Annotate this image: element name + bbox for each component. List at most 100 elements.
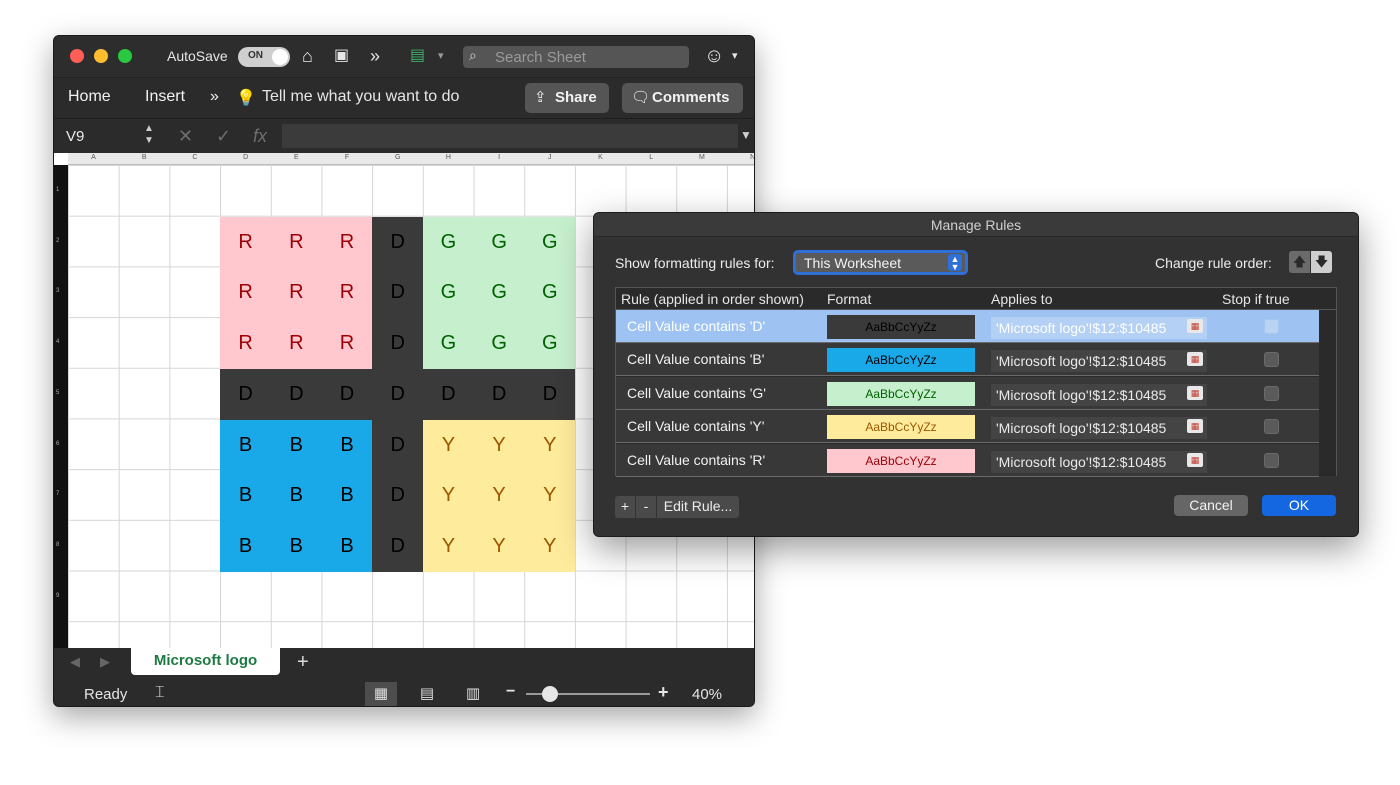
rule-row[interactable]: Cell Value contains 'B' AaBbCcYyZz 'Micros… bbox=[616, 343, 1319, 377]
worksheet-cell[interactable]: D bbox=[372, 216, 424, 268]
chevron-down-icon[interactable]: ▾ bbox=[732, 45, 738, 67]
next-sheet-icon[interactable]: ▶ bbox=[100, 654, 110, 670]
sheet-tab-microsoft-logo[interactable]: Microsoft logo bbox=[131, 648, 280, 675]
applies-to-field[interactable]: 'Microsoft logo'!$12:$10485 bbox=[991, 450, 1207, 473]
worksheet-cell[interactable]: R bbox=[220, 318, 272, 370]
column-header[interactable]: I bbox=[474, 154, 525, 161]
range-picker-icon[interactable]: ▦ bbox=[1187, 352, 1203, 367]
column-header[interactable]: D bbox=[220, 154, 271, 161]
worksheet-cell[interactable]: D bbox=[372, 419, 424, 471]
column-header[interactable]: L bbox=[626, 154, 677, 161]
column-header[interactable]: G bbox=[372, 154, 423, 161]
worksheet-cell[interactable]: B bbox=[270, 470, 322, 522]
worksheet-cell[interactable]: D bbox=[372, 318, 424, 370]
comments-button[interactable]: 🗨 Comments bbox=[622, 83, 743, 113]
stop-if-true-checkbox[interactable] bbox=[1264, 319, 1279, 334]
normal-view-icon[interactable]: ▦ bbox=[365, 682, 397, 706]
cancel-button[interactable]: Cancel bbox=[1174, 495, 1248, 516]
worksheet-cell[interactable]: D bbox=[270, 368, 322, 420]
chevron-down-icon[interactable]: ▾ bbox=[438, 45, 444, 67]
column-header[interactable]: H bbox=[423, 154, 474, 161]
worksheet-cell[interactable]: D bbox=[473, 368, 525, 420]
worksheet-cell[interactable]: B bbox=[321, 470, 373, 522]
ok-button[interactable]: OK bbox=[1262, 495, 1336, 516]
column-header[interactable]: J bbox=[524, 154, 575, 161]
worksheet-cell[interactable]: G bbox=[473, 267, 525, 319]
range-picker-icon[interactable]: ▦ bbox=[1187, 319, 1203, 333]
worksheet-cell[interactable]: G bbox=[422, 318, 474, 370]
save-icon[interactable]: ▣ bbox=[334, 45, 349, 67]
tell-me-search[interactable]: Tell me what you want to do bbox=[262, 88, 459, 106]
stop-if-true-checkbox[interactable] bbox=[1264, 385, 1279, 401]
worksheet-cell[interactable]: G bbox=[473, 318, 525, 370]
worksheet-cell[interactable]: R bbox=[321, 216, 373, 268]
applies-to-field[interactable]: 'Microsoft logo'!$12:$10485 bbox=[991, 383, 1207, 406]
name-box[interactable]: V9 bbox=[54, 123, 157, 150]
row-header[interactable]: 4 bbox=[56, 339, 59, 345]
worksheet-cell[interactable]: G bbox=[524, 216, 576, 268]
name-box-stepper[interactable]: ▲ ▼ bbox=[144, 123, 154, 147]
worksheet-cell[interactable]: G bbox=[524, 267, 576, 319]
worksheet-cell[interactable]: Y bbox=[422, 520, 474, 572]
search-box[interactable]: ⌕ bbox=[463, 46, 689, 68]
tab-insert[interactable]: Insert bbox=[145, 88, 185, 106]
worksheet-cell[interactable]: D bbox=[372, 520, 424, 572]
worksheet-cell[interactable]: D bbox=[372, 368, 424, 420]
column-header[interactable]: A bbox=[68, 154, 119, 161]
close-window-button[interactable] bbox=[70, 49, 84, 63]
more-icon[interactable]: » bbox=[370, 45, 380, 67]
row-header[interactable]: 3 bbox=[56, 288, 59, 294]
column-header[interactable]: F bbox=[322, 154, 373, 161]
tab-home[interactable]: Home bbox=[68, 88, 111, 106]
column-header[interactable]: K bbox=[575, 154, 626, 161]
worksheet-cell[interactable]: G bbox=[524, 318, 576, 370]
edit-rule-button[interactable]: Edit Rule... bbox=[657, 496, 739, 518]
worksheet-cell[interactable]: R bbox=[220, 267, 272, 319]
worksheet-cell[interactable]: R bbox=[270, 318, 322, 370]
worksheet-cell[interactable]: D bbox=[422, 368, 474, 420]
worksheet-cell[interactable]: B bbox=[220, 520, 272, 572]
row-header[interactable]: 2 bbox=[56, 238, 59, 244]
rules-scrollbar[interactable] bbox=[1319, 344, 1336, 476]
applies-to-field[interactable]: 'Microsoft logo'!$12:$10485 bbox=[991, 350, 1207, 373]
range-picker-icon[interactable]: ▦ bbox=[1187, 452, 1203, 467]
worksheet-cell[interactable]: Y bbox=[473, 419, 525, 471]
column-header[interactable]: B bbox=[119, 154, 170, 161]
search-input[interactable] bbox=[495, 48, 680, 66]
stop-if-true-checkbox[interactable] bbox=[1264, 452, 1279, 468]
row-header[interactable]: 5 bbox=[56, 390, 59, 396]
formula-input[interactable] bbox=[282, 124, 738, 148]
row-header[interactable]: 6 bbox=[56, 441, 59, 447]
formula-expand-icon[interactable]: ▼ bbox=[740, 128, 752, 142]
function-icon[interactable]: fx bbox=[253, 126, 267, 147]
add-sheet-icon[interactable]: + bbox=[297, 651, 309, 674]
rule-row[interactable]: Cell Value contains 'G' AaBbCcYyZz 'Micros… bbox=[616, 376, 1319, 410]
share-button[interactable]: ⇪ Share bbox=[525, 83, 609, 113]
worksheet-cell[interactable]: Y bbox=[524, 520, 576, 572]
stop-if-true-checkbox[interactable] bbox=[1264, 352, 1279, 368]
move-rule-up-button[interactable]: 🡅 bbox=[1289, 251, 1310, 273]
page-break-view-icon[interactable]: ▥ bbox=[457, 682, 489, 706]
applies-to-field[interactable]: 'Microsoft logo'!$12:$10485 bbox=[991, 417, 1207, 440]
worksheet-cell[interactable]: G bbox=[473, 216, 525, 268]
prev-sheet-icon[interactable]: ◀ bbox=[70, 654, 80, 670]
rule-row[interactable]: Cell Value contains 'D' AaBbCcYyZz 'Micros… bbox=[616, 310, 1319, 343]
worksheet-cell[interactable]: Y bbox=[473, 520, 525, 572]
applies-to-field[interactable]: 'Microsoft logo'!$12:$10485 bbox=[991, 317, 1207, 339]
row-header[interactable]: 9 bbox=[56, 593, 59, 599]
column-header[interactable]: E bbox=[271, 154, 322, 161]
worksheet-cell[interactable]: B bbox=[270, 419, 322, 471]
column-header[interactable]: M bbox=[676, 154, 727, 161]
worksheet-cell[interactable]: R bbox=[321, 267, 373, 319]
worksheet-cell[interactable]: B bbox=[321, 419, 373, 471]
zoom-in-icon[interactable]: + bbox=[658, 682, 669, 703]
worksheet-cell[interactable]: R bbox=[270, 216, 322, 268]
row-header[interactable]: 8 bbox=[56, 542, 59, 548]
column-header[interactable]: N bbox=[727, 154, 754, 161]
worksheet-cell[interactable]: B bbox=[270, 520, 322, 572]
home-icon[interactable]: ⌂ bbox=[302, 45, 313, 67]
zoom-slider-thumb[interactable] bbox=[542, 686, 558, 702]
add-rule-button[interactable]: + bbox=[615, 496, 635, 518]
feedback-smiley-icon[interactable]: ☺ bbox=[704, 45, 724, 67]
remove-rule-button[interactable]: - bbox=[636, 496, 656, 518]
